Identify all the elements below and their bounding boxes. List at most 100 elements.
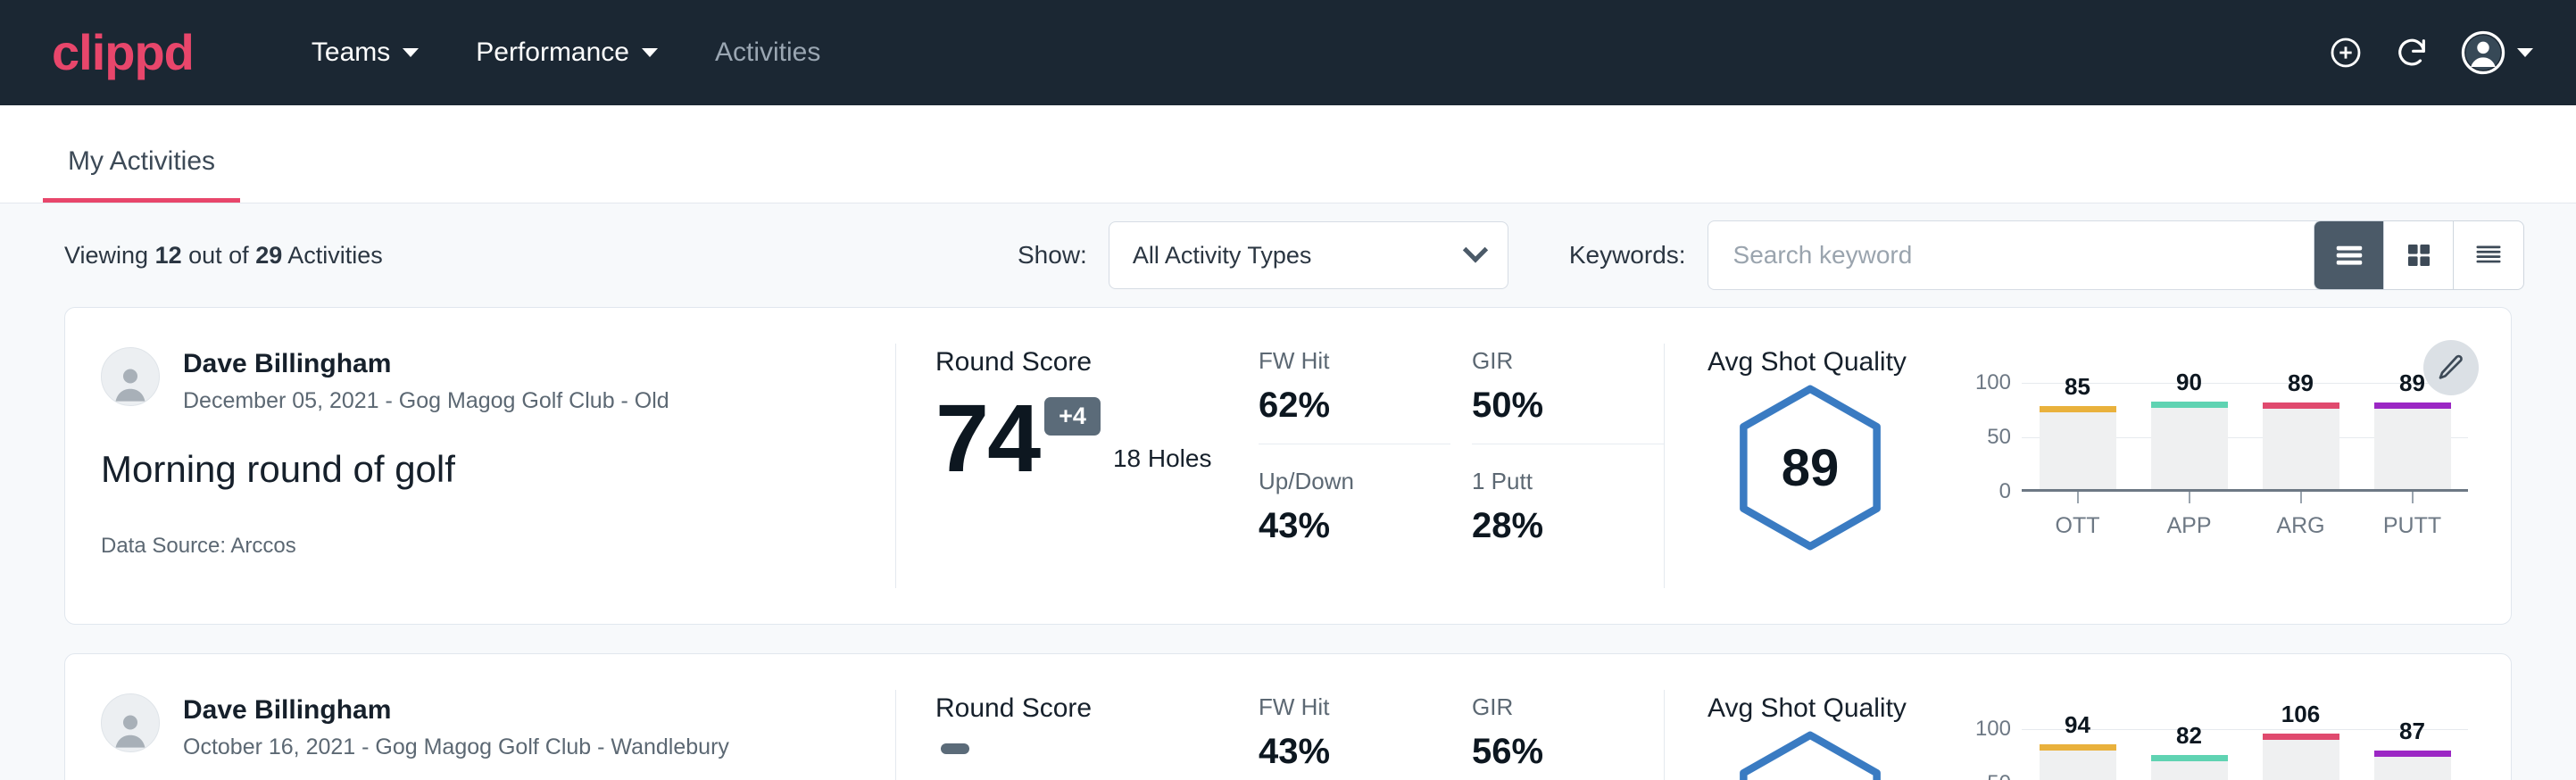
- bar-value: 82: [2151, 722, 2228, 750]
- compact-view-button[interactable]: [2454, 221, 2523, 289]
- stat-label: Up/Down: [1259, 468, 1450, 495]
- bar-cap: [2040, 744, 2116, 751]
- avatar: [101, 347, 160, 406]
- round-score-section: Round Score 74 +4 18 Holes: [896, 308, 1253, 624]
- chart-y-axis: 100 50 0: [1966, 383, 2022, 492]
- activity-summary: Dave Billingham October 16, 2021 - Gog M…: [65, 654, 895, 780]
- avg-shot-quality-section: Avg Shot Quality 89 100 50: [1665, 308, 2511, 624]
- bar-cell: 90: [2133, 383, 2245, 489]
- x-tick-label: PUTT: [2383, 513, 2441, 538]
- bar-value: 94: [2040, 711, 2116, 739]
- stat-label: 1 Putt: [1472, 468, 1664, 495]
- tab-bar: My Activities: [0, 105, 2576, 203]
- plus-circle-icon[interactable]: [2328, 35, 2364, 71]
- chart-plot-area: 85 90 89 89: [2022, 383, 2468, 492]
- chart-bars: 94 82 106 87: [2022, 729, 2468, 780]
- account-menu[interactable]: [2460, 29, 2533, 76]
- viewing-summary: Viewing 12 out of 29 Activities: [64, 242, 383, 270]
- round-stats: FW Hit 62% GIR 50% Up/Down 43% 1 Putt 28…: [1253, 308, 1664, 624]
- bar-ott: 85: [2040, 412, 2116, 489]
- list-view-button[interactable]: [2314, 221, 2384, 289]
- data-source-prefix: Data Source:: [101, 534, 230, 558]
- person-name: Dave Billingham: [183, 693, 729, 727]
- bar-putt: 87: [2374, 757, 2451, 780]
- chart-bars: 85 90 89 89: [2022, 383, 2468, 489]
- bar-cap: [2374, 751, 2451, 757]
- x-tick-label: OTT: [2056, 513, 2100, 538]
- activity-type-select[interactable]: All Activity Types: [1109, 221, 1508, 289]
- chart-plot-area: 94 82 106 87: [2022, 729, 2468, 780]
- keywords-label: Keywords:: [1569, 241, 1686, 270]
- y-tick: 0: [1999, 479, 2011, 504]
- activity-summary: Dave Billingham December 05, 2021 - Gog …: [65, 308, 895, 624]
- chevron-down-icon: [1463, 237, 1488, 262]
- activity-card[interactable]: Dave Billingham December 05, 2021 - Gog …: [64, 307, 2512, 625]
- avg-shot-quality-value: 89: [1782, 438, 1840, 498]
- filter-controls: Show: All Activity Types Keywords:: [1018, 220, 2323, 290]
- nav-item-performance-label: Performance: [476, 37, 629, 68]
- x-tick-label: APP: [2166, 513, 2211, 538]
- person-row: Dave Billingham December 05, 2021 - Gog …: [101, 347, 860, 414]
- bar-value: 90: [2151, 369, 2228, 396]
- round-score-section: Round Score: [896, 654, 1253, 780]
- activity-card[interactable]: Dave Billingham October 16, 2021 - Gog M…: [64, 653, 2512, 780]
- bar-cell: 94: [2022, 729, 2133, 780]
- refresh-icon[interactable]: [2394, 35, 2430, 71]
- view-toggle-group: [2314, 220, 2524, 290]
- bar-value: 89: [2263, 369, 2339, 397]
- grid-view-button[interactable]: [2384, 221, 2454, 289]
- y-tick: 50: [1987, 425, 2011, 450]
- top-navbar: clippd Teams Performance Activities: [0, 0, 2576, 105]
- account-avatar-icon: [2460, 29, 2506, 76]
- activity-meta: October 16, 2021 - Gog Magog Golf Club -…: [183, 734, 729, 760]
- chevron-down-icon: [403, 48, 419, 57]
- bar-value: 106: [2263, 701, 2339, 728]
- bar-cap: [2374, 402, 2451, 409]
- stat-label: FW Hit: [1259, 347, 1404, 375]
- search-input[interactable]: [1708, 220, 2323, 290]
- bar-cell: 106: [2245, 729, 2356, 780]
- x-tick-label: ARG: [2276, 513, 2324, 538]
- data-source-value: Arccos: [230, 534, 295, 558]
- y-tick: 50: [1987, 771, 2011, 780]
- nav-item-teams-label: Teams: [312, 37, 390, 68]
- avg-shot-quality-section: Avg Shot Quality 100 50 0: [1665, 654, 2511, 780]
- viewing-suffix: Activities: [282, 242, 383, 269]
- stat-label: GIR: [1472, 693, 1664, 721]
- round-score-value: 74: [935, 394, 1039, 482]
- stat-fw-hit: FW Hit 43%: [1259, 693, 1450, 780]
- tab-my-activities[interactable]: My Activities: [43, 146, 240, 203]
- y-tick: 100: [1975, 370, 2011, 395]
- stat-value: 62%: [1259, 386, 1404, 426]
- score-to-par-badge: [941, 743, 969, 754]
- stat-1-putt: 1 Putt 28%: [1472, 468, 1664, 564]
- viewing-total: 29: [255, 242, 282, 269]
- chevron-down-icon: [2517, 48, 2533, 57]
- bar-cell: 89: [2245, 383, 2356, 489]
- list-view-icon: [2332, 238, 2366, 272]
- nav-item-performance[interactable]: Performance: [447, 37, 686, 68]
- shot-quality-chart: 100 50 0 85 90 89 89: [1966, 383, 2468, 539]
- app-logo[interactable]: clippd: [52, 28, 194, 78]
- bar-cap: [2040, 406, 2116, 412]
- compact-view-icon: [2472, 239, 2505, 271]
- person-name: Dave Billingham: [183, 347, 669, 381]
- bar-cell: 87: [2356, 729, 2468, 780]
- tab-my-activities-label: My Activities: [68, 146, 215, 176]
- shot-quality-hex: 89: [1708, 383, 1913, 552]
- stat-fw-hit: FW Hit 62%: [1259, 347, 1450, 444]
- activity-meta: December 05, 2021 - Gog Magog Golf Club …: [183, 388, 669, 414]
- chevron-down-icon: [642, 48, 658, 57]
- bar-ott: 94: [2040, 751, 2116, 780]
- bar-putt: 89: [2374, 409, 2451, 489]
- nav-item-teams[interactable]: Teams: [283, 37, 447, 68]
- round-stats: FW Hit 43% GIR 56%: [1253, 654, 1664, 780]
- edit-activity-button[interactable]: [2423, 340, 2479, 395]
- bar-value: 85: [2040, 373, 2116, 401]
- stat-gir: GIR 50%: [1472, 347, 1664, 444]
- nav-item-activities[interactable]: Activities: [686, 37, 849, 68]
- main-nav: Teams Performance Activities: [283, 37, 849, 68]
- stat-label: GIR: [1472, 347, 1617, 375]
- holes-played: 18 Holes: [1113, 444, 1212, 482]
- activity-list: Dave Billingham December 05, 2021 - Gog …: [0, 307, 2576, 780]
